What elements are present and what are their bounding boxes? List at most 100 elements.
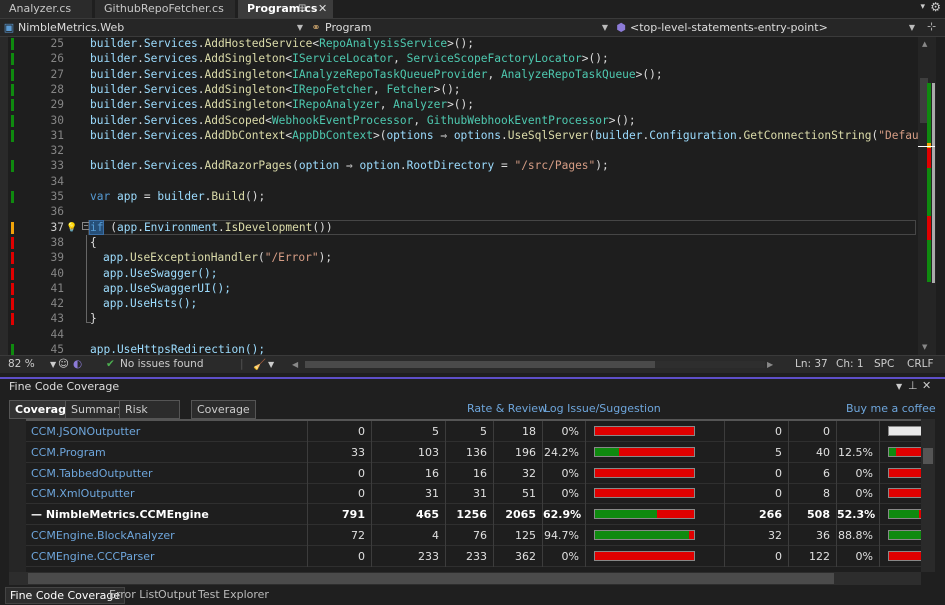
- type-token: GithubWebhookEventProcessor: [426, 113, 609, 127]
- type-token: Fetcher: [386, 82, 434, 96]
- divider: |: [240, 358, 244, 370]
- branch-pct-cell: 0%: [837, 483, 880, 505]
- intellicode-icon[interactable]: ◐: [73, 358, 82, 370]
- buy-coffee-link[interactable]: Buy me a coffee: [846, 402, 936, 415]
- tab-list-dropdown-icon[interactable]: ▾: [920, 2, 925, 12]
- member-dropdown[interactable]: ⬢ <top-level-statements-entry-point> ▼: [614, 20, 919, 36]
- scroll-left-icon[interactable]: ◀: [292, 360, 298, 369]
- line-number: 31: [50, 128, 64, 142]
- log-issue-link[interactable]: Log Issue/Suggestion: [544, 402, 661, 415]
- rate-review-link[interactable]: Rate & Review: [467, 402, 547, 415]
- code-line-33: 33 builder.Services.AddRazorPages(option …: [0, 158, 918, 173]
- whitespace-indicator[interactable]: SPC: [874, 358, 894, 370]
- code-lines[interactable]: 25 builder.Services.AddHostedService<Repo…: [0, 36, 925, 356]
- name-cell[interactable]: CCM.JSONOutputter: [26, 421, 308, 442]
- line-bar-cell: [586, 421, 725, 442]
- line-pct-cell: 0%: [543, 421, 586, 442]
- type-token: AnalyzeRepoTaskQueue: [500, 67, 636, 81]
- line-indicator[interactable]: Ln: 37: [795, 358, 828, 370]
- code-text: var app = builder.Build();: [90, 190, 266, 203]
- group-row[interactable]: — NimbleMetrics.CCMEngine 791 465 1256 2065 6…: [9, 504, 921, 526]
- table-row[interactable]: CCMEngine.BlockAnalyzer 72 4 76 125 94.7% 32 36…: [9, 525, 921, 546]
- name-cell[interactable]: CCM.TabbedOutputter: [26, 462, 308, 484]
- tab-githubrepofetcher-cs[interactable]: GithubRepoFetcher.cs: [95, 0, 235, 18]
- coverage-marker: [11, 160, 14, 173]
- name-cell[interactable]: CCMEngine.BlockAnalyzer: [26, 525, 308, 546]
- lightbulb-icon[interactable]: 💡: [66, 221, 77, 236]
- table-row[interactable]: CCM.JSONOutputter 0 5 5 18 0% 0 0: [9, 421, 921, 442]
- pin-icon[interactable]: ⊞: [298, 0, 306, 18]
- tab-test-explorer[interactable]: Test Explorer: [194, 587, 273, 604]
- member-name: <top-level-statements-entry-point>: [630, 21, 828, 34]
- close-icon[interactable]: ✕: [922, 379, 931, 392]
- chevron-down-icon[interactable]: ▼: [268, 360, 274, 369]
- grid-vertical-scrollbar[interactable]: [921, 419, 935, 572]
- branch-pct-cell: 0%: [837, 545, 880, 567]
- copilot-icon[interactable]: ☺: [58, 358, 69, 370]
- code-line-27: 27 builder.Services.AddSingleton<IAnalyze…: [0, 67, 918, 82]
- type-dropdown[interactable]: ⚭ Program ▼: [309, 20, 612, 36]
- line-number: 26: [50, 52, 64, 66]
- tab-coverage-log[interactable]: Coverage Log: [191, 400, 256, 433]
- name-cell[interactable]: CCM.Program: [26, 441, 308, 463]
- code-text: app.UseExceptionHandler("/Error");: [103, 251, 333, 265]
- collapse-icon[interactable]: −: [82, 221, 90, 230]
- coverage-marker: [11, 236, 14, 249]
- coverage-bar-covered: [595, 447, 619, 456]
- coverable-cell: 16: [446, 462, 494, 484]
- coverage-marker: [11, 99, 14, 112]
- line-bar-cell: [586, 462, 725, 484]
- cov-branches-cell: 0: [725, 483, 789, 505]
- table-row[interactable]: CCM.XmlOutputter 0 31 31 51 0% 0 8 0%: [9, 483, 921, 505]
- grid-horizontal-thumb[interactable]: [28, 573, 834, 584]
- table-row[interactable]: CCM.Program 33 103 136 196 24.2% 5 40 12.5%: [9, 441, 921, 463]
- tab-analyzer-cs[interactable]: Analyzer.cs: [0, 0, 92, 18]
- scroll-right-icon[interactable]: ▶: [767, 360, 773, 369]
- code-line-25: 25 builder.Services.AddHostedService<Repo…: [0, 36, 918, 51]
- project-dropdown[interactable]: ▣ NimbleMetrics.Web ▼: [2, 20, 307, 36]
- zoom-dropdown-icon[interactable]: ▼: [50, 360, 56, 369]
- coverage-marker: [11, 282, 14, 295]
- coverage-map-covered: [927, 240, 931, 282]
- issues-status[interactable]: No issues found: [120, 358, 204, 370]
- column-indicator[interactable]: Ch: 1: [836, 358, 864, 370]
- line-number: 32: [50, 144, 64, 158]
- scroll-up-icon[interactable]: ▲: [922, 40, 927, 48]
- tab-risk-hotspots[interactable]: Risk Hotspots: [119, 400, 180, 433]
- branch-bar-cell: [880, 504, 921, 525]
- pin-icon[interactable]: ⊥: [908, 379, 918, 392]
- split-editor-icon[interactable]: ⊹: [927, 20, 936, 33]
- coverable-cell: 136: [446, 441, 494, 463]
- coverage-grid[interactable]: CCM.JSONOutputter 0 5 5 18 0% 0 0 CCM.Program 33 1…: [9, 419, 921, 572]
- branch-bar-cell: [880, 442, 921, 463]
- code-line-28: 28 builder.Services.AddSingleton<IRepoFet…: [0, 82, 918, 97]
- total-branches-cell: 122: [789, 545, 837, 567]
- name-cell[interactable]: — NimbleMetrics.CCMEngine: [26, 504, 308, 526]
- name-cell[interactable]: CCMEngine.CCCParser: [26, 545, 308, 567]
- line-pct-cell: 0%: [543, 483, 586, 505]
- line-ending-indicator[interactable]: CRLF: [907, 358, 934, 370]
- coverage-bar: [594, 426, 695, 436]
- code-line-39: 39 app.UseExceptionHandler("/Error");: [0, 250, 918, 265]
- table-row[interactable]: CCMEngine.CCCParser 0 233 233 362 0% 0 122 0%: [9, 545, 921, 567]
- table-row[interactable]: CCM.TabbedOutputter 0 16 16 32 0% 0 6 0%: [9, 462, 921, 484]
- coverage-marker: [11, 68, 14, 81]
- cov-branches-cell: 0: [725, 462, 789, 484]
- covered-cell: 0: [308, 483, 372, 505]
- scroll-down-icon[interactable]: ▼: [922, 343, 927, 351]
- code-line-36: 36: [0, 204, 918, 219]
- code-text: }: [90, 312, 97, 326]
- window-menu-icon[interactable]: ▼: [896, 382, 902, 391]
- name-cell[interactable]: CCM.XmlOutputter: [26, 483, 308, 505]
- line-pct-cell: 24.2%: [543, 441, 586, 463]
- horizontal-scrollbar-thumb[interactable]: [305, 361, 655, 368]
- line-number: 29: [50, 98, 64, 112]
- tab-program-cs[interactable]: Program.cs ⊞ ✕: [238, 0, 333, 18]
- grid-scrollbar-thumb[interactable]: [923, 448, 933, 464]
- coverage-bar: [888, 550, 921, 561]
- gear-icon[interactable]: ⚙: [930, 0, 941, 14]
- zoom-level[interactable]: 82 %: [8, 358, 35, 370]
- close-icon[interactable]: ✕: [318, 0, 327, 18]
- total-cell: 196: [494, 441, 543, 463]
- code-cleanup-icon[interactable]: 🧹: [253, 358, 266, 371]
